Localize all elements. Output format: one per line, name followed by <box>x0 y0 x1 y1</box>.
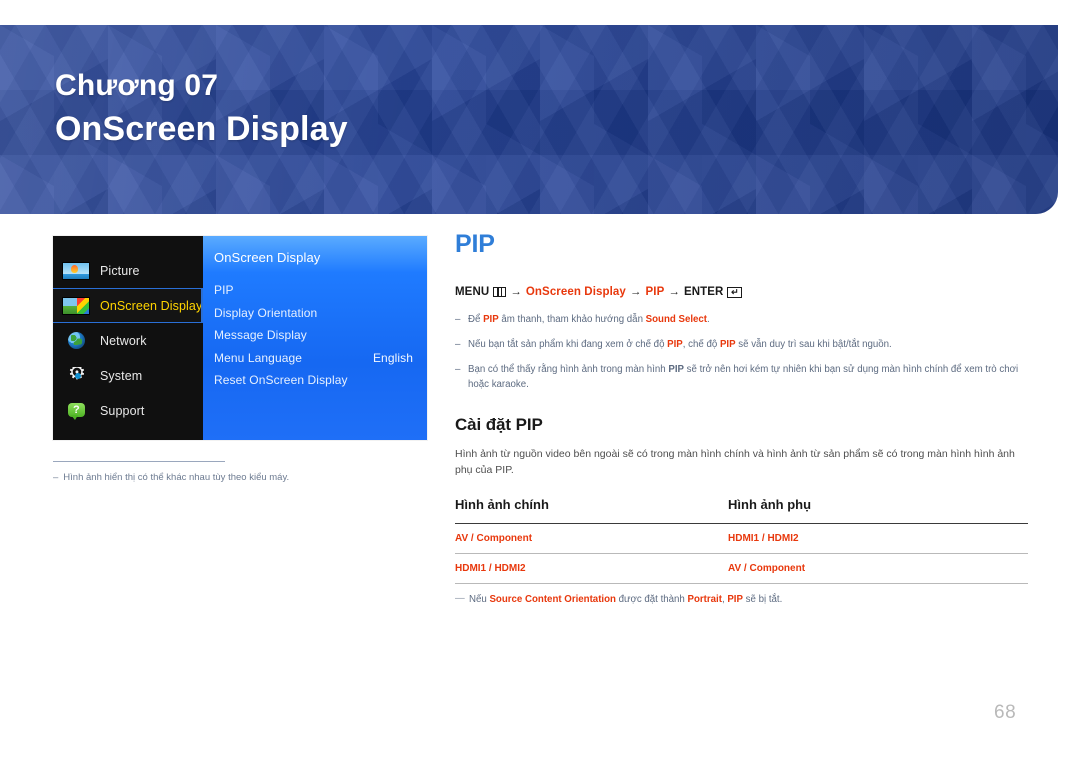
osd-category-network[interactable]: Network <box>53 323 203 358</box>
menu-path-step-onscreen-display: OnScreen Display <box>525 286 626 298</box>
menu-path-arrow: → <box>510 286 522 298</box>
table-cell-sub: AV / Component <box>728 553 1028 584</box>
note-item: Nếu bạn tắt sản phẩm khi đang xem ở chế … <box>455 337 1028 352</box>
chapter-kicker: Chương 07 <box>55 69 219 102</box>
note-part-highlight: PIP <box>483 314 499 325</box>
footnote-divider <box>53 461 225 462</box>
table-header-sub-image: Hình ảnh phụ <box>728 496 1028 524</box>
menu-path-arrow: → <box>629 286 642 298</box>
table-row: HDMI1 / HDMI2 AV / Component <box>455 553 1028 584</box>
osd-item-label: Display Orientation <box>214 305 318 320</box>
note-part: sẽ vẫn duy trì sau khi bật/tắt nguồn. <box>735 339 892 351</box>
note-part-highlight: PIP <box>719 339 736 351</box>
osd-menu-screenshot: Picture OnScreen Display Network System … <box>53 236 427 440</box>
osd-item-menu-language[interactable]: Menu Language English <box>214 347 427 370</box>
osd-category-label: Support <box>100 403 145 418</box>
footnote-dash: – <box>53 472 59 483</box>
note-part: âm thanh, tham khảo hướng dẫn <box>498 314 646 325</box>
onscreen-display-thumbnail-icon <box>62 296 90 315</box>
pip-source-table: Hình ảnh chính Hình ảnh phụ AV / Compone… <box>455 496 1028 584</box>
menu-path-step-pip: PIP <box>645 286 665 298</box>
footnote-part: Nếu <box>469 593 490 605</box>
note-part: . <box>707 314 710 325</box>
enter-arrow-glyph: ↵ <box>731 286 739 297</box>
osd-item-reset-onscreen-display[interactable]: Reset OnScreen Display <box>214 369 427 392</box>
footnote-text: Hình ảnh hiển thị có thể khác nhau tùy t… <box>63 472 290 483</box>
globe-icon <box>62 331 90 350</box>
note-part-highlight: Sound Select <box>645 314 708 325</box>
table-cell-main: AV / Component <box>455 523 728 554</box>
menu-path-breadcrumb: MENU → OnScreen Display → PIP → ENTER ↵ <box>455 286 1028 298</box>
osd-item-label: PIP <box>214 283 234 297</box>
banner-text-group: Chương 07 OnScreen Display <box>55 69 348 149</box>
osd-item-value: English <box>372 350 413 365</box>
table-row: AV / Component HDMI1 / HDMI2 <box>455 523 1028 554</box>
table-cell-sub: HDMI1 / HDMI2 <box>728 523 1028 554</box>
table-header-row: Hình ảnh chính Hình ảnh phụ <box>455 496 1028 524</box>
menu-path-enter-label: ENTER <box>683 286 724 298</box>
menu-bars-icon <box>493 287 507 297</box>
footnote-part-highlight: Portrait <box>687 593 722 605</box>
osd-category-label: Picture <box>100 263 140 278</box>
footnote-part-highlight: Source Content Orientation <box>489 593 616 605</box>
enter-arrow-icon: ↵ <box>727 286 743 298</box>
note-item: Để PIP âm thanh, tham khảo hướng dẫn Sou… <box>455 312 1028 327</box>
table-footnote: Nếu Source Content Orientation được đặt … <box>455 592 1028 608</box>
note-part: Để <box>468 314 484 325</box>
table-cell-main: HDMI1 / HDMI2 <box>455 553 728 584</box>
notes-list: Để PIP âm thanh, tham khảo hướng dẫn Sou… <box>455 312 1028 392</box>
osd-category-label: System <box>100 368 143 383</box>
subsection-title: Cài đặt PIP <box>455 415 543 435</box>
body-paragraph: Hình ảnh từ nguồn video bên ngoài sẽ có … <box>455 448 1015 476</box>
note-part-emphasis: PIP <box>668 364 684 376</box>
menu-path-arrow: → <box>668 286 680 298</box>
osd-category-label: OnScreen Display <box>100 298 203 313</box>
page-number: 68 <box>994 702 1017 723</box>
osd-category-system[interactable]: System <box>53 358 203 393</box>
osd-category-label: Network <box>100 333 147 348</box>
note-item: Bạn có thể thấy rằng hình ảnh trong màn … <box>455 362 1028 392</box>
chapter-title: OnScreen Display <box>55 109 348 148</box>
gear-icon <box>62 367 90 385</box>
osd-category-onscreen-display[interactable]: OnScreen Display <box>53 288 203 323</box>
osd-submenu-panel: OnScreen Display PIP Display Orientation… <box>203 236 427 440</box>
osd-item-pip[interactable]: PIP <box>214 279 427 302</box>
footnote-part-highlight: PIP <box>727 593 743 605</box>
osd-footnote: – Hình ảnh hiển thị có thể khác nhau tùy… <box>53 461 343 484</box>
picture-thumbnail-icon <box>62 261 90 280</box>
note-part: Nếu bạn tắt sản phẩm khi đang xem ở chế … <box>468 339 668 351</box>
osd-item-label: Message Display <box>214 328 307 342</box>
osd-category-support[interactable]: Support <box>53 393 203 428</box>
note-part: , chế độ <box>682 339 720 351</box>
osd-panel-title: OnScreen Display <box>214 250 321 265</box>
osd-item-display-orientation[interactable]: Display Orientation <box>214 302 427 325</box>
footnote-part: được đặt thành <box>615 593 688 605</box>
page-title: PIP <box>455 230 495 258</box>
table-header-main-image: Hình ảnh chính <box>455 496 728 524</box>
note-part: Bạn có thể thấy rằng hình ảnh trong màn … <box>468 364 669 376</box>
osd-item-message-display[interactable]: Message Display <box>214 324 427 347</box>
osd-category-list: Picture OnScreen Display Network System … <box>53 236 203 440</box>
menu-path-menu-label: MENU <box>455 286 490 298</box>
footnote-part: sẽ bị tắt. <box>742 593 783 605</box>
osd-item-label: Reset OnScreen Display <box>214 373 348 387</box>
osd-item-label: Menu Language <box>214 350 303 365</box>
osd-category-picture[interactable]: Picture <box>53 253 203 288</box>
chapter-banner: Chương 07 OnScreen Display <box>0 25 1058 214</box>
note-part-highlight: PIP <box>667 339 683 351</box>
help-bubble-icon <box>62 402 90 420</box>
content-column: PIP MENU → OnScreen Display → PIP → ENTE… <box>455 232 1028 607</box>
